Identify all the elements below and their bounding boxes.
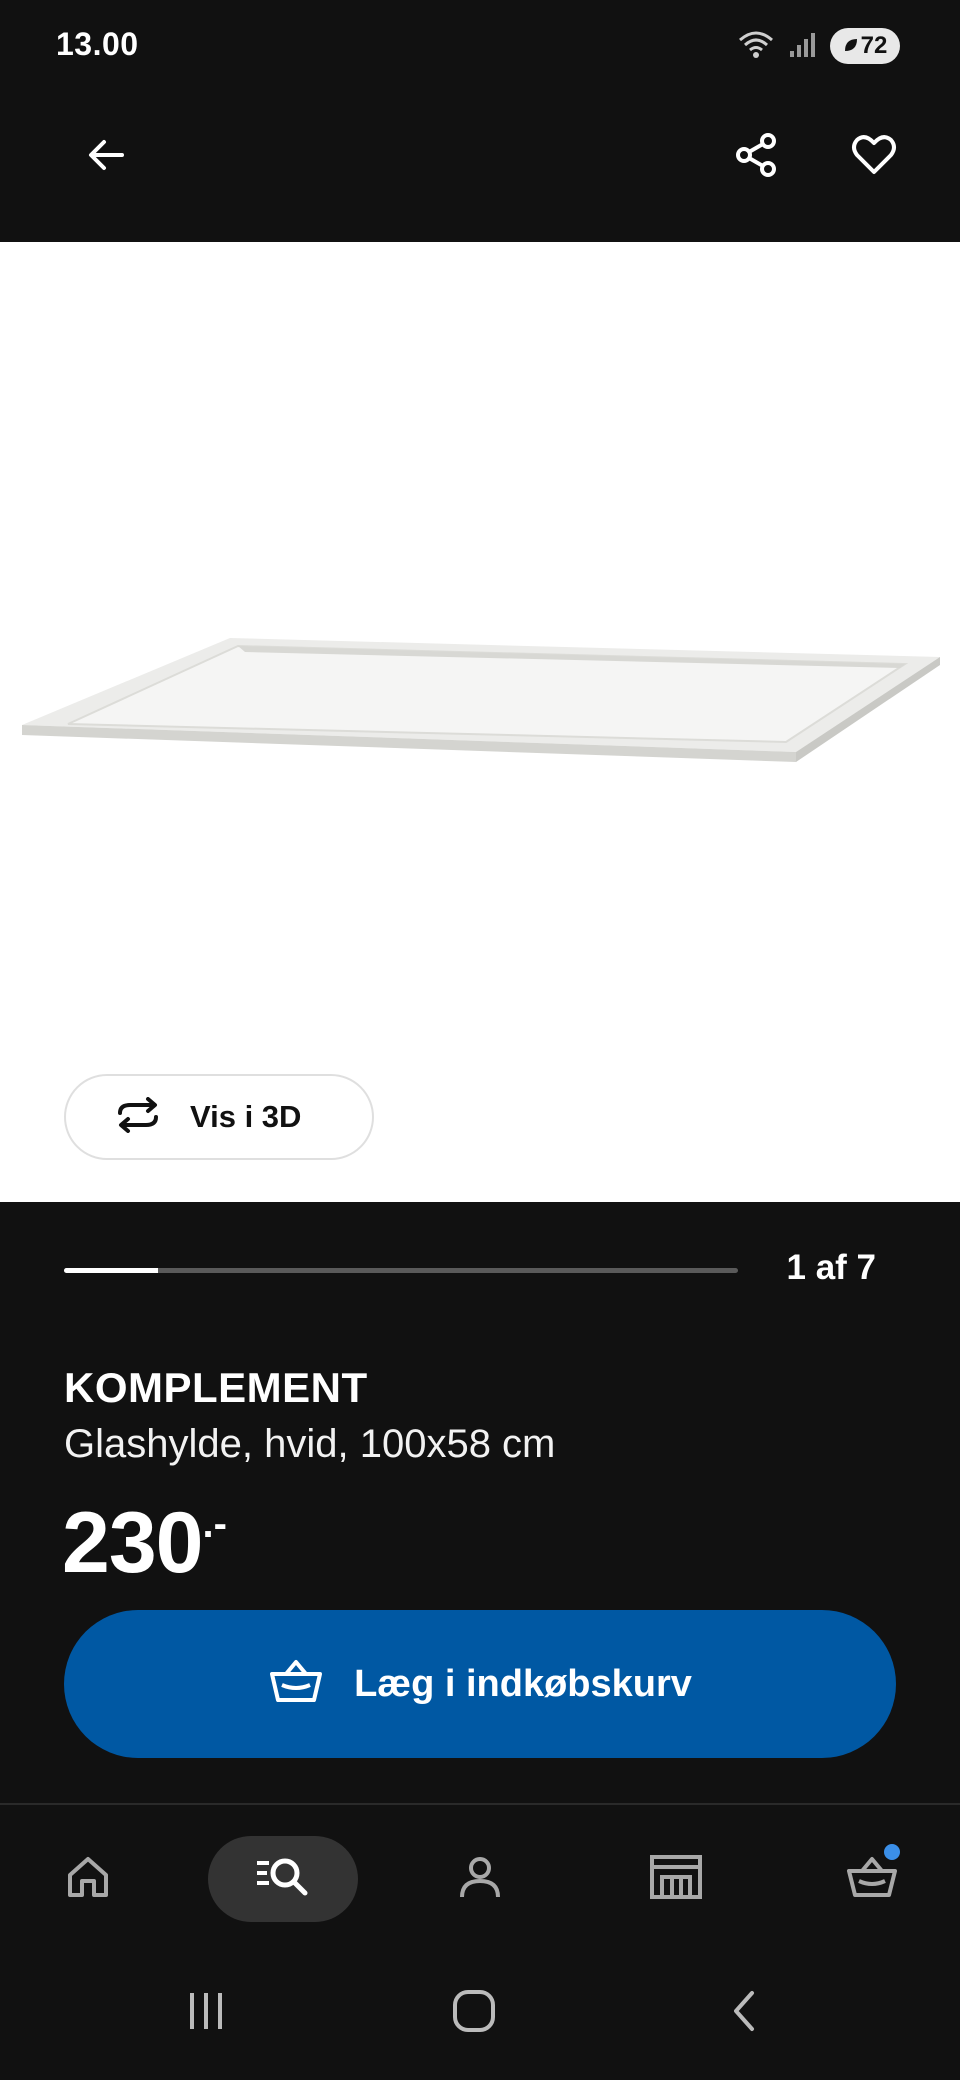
home-system-button[interactable] (434, 1983, 514, 2043)
bottom-navigation (0, 1803, 960, 1953)
status-icons: 72 (736, 26, 900, 66)
home-icon (64, 1853, 112, 1906)
price-suffix: .- (202, 1502, 227, 1546)
arrow-left-icon (82, 131, 130, 184)
gallery-progress-fill (64, 1268, 159, 1273)
system-navigation (0, 1953, 960, 2080)
status-bar: 13.00 72 (0, 0, 960, 96)
search-icon (253, 1853, 313, 1906)
status-time: 13.00 (56, 26, 139, 62)
battery-indicator: 72 (830, 28, 900, 64)
profile-icon (456, 1853, 504, 1906)
product-gallery[interactable]: Vis i 3D (0, 242, 960, 1202)
view-3d-button[interactable]: Vis i 3D (64, 1074, 374, 1160)
favorite-button[interactable] (834, 117, 914, 197)
add-to-cart-label: Læg i indkøbskurv (354, 1662, 692, 1705)
nav-cart[interactable] (832, 1836, 912, 1922)
leaf-icon (843, 32, 859, 60)
nav-search[interactable] (208, 1836, 358, 1922)
nav-stores[interactable] (636, 1836, 716, 1922)
gallery-progress (64, 1268, 738, 1273)
cart-icon (846, 1853, 898, 1906)
view-3d-label: Vis i 3D (190, 1099, 302, 1134)
chevron-left-icon (722, 1987, 766, 2040)
recent-apps-icon (184, 1989, 228, 2038)
product-name: KOMPLEMENT (64, 1364, 368, 1411)
wifi-icon (736, 28, 776, 65)
system-back-button[interactable] (704, 1983, 784, 2043)
back-button[interactable] (66, 117, 146, 197)
nav-home[interactable] (48, 1836, 128, 1922)
heart-icon (849, 130, 899, 185)
battery-level: 72 (860, 32, 888, 59)
product-info: 1 af 7 KOMPLEMENT Glashylde, hvid, 100x5… (0, 1202, 960, 1804)
product-image (22, 638, 940, 762)
product-description: Glashylde, hvid, 100x58 cm (64, 1422, 556, 1466)
nav-profile[interactable] (440, 1836, 520, 1922)
product-price: 230 .- (62, 1500, 227, 1586)
rotate-icon (110, 1096, 166, 1138)
gallery-pager: 1 af 7 (786, 1248, 877, 1287)
price-integer: 230 (62, 1495, 203, 1591)
home-circle-icon (450, 1987, 498, 2040)
add-to-cart-button[interactable]: Læg i indkøbskurv (64, 1610, 896, 1758)
app-bar (0, 96, 960, 242)
share-button[interactable] (717, 117, 797, 197)
signal-icon (788, 29, 818, 64)
stores-icon (648, 1853, 704, 1906)
basket-icon (268, 1658, 324, 1711)
recent-apps-button[interactable] (166, 1983, 246, 2043)
cart-badge (884, 1844, 900, 1860)
share-icon (732, 130, 782, 185)
